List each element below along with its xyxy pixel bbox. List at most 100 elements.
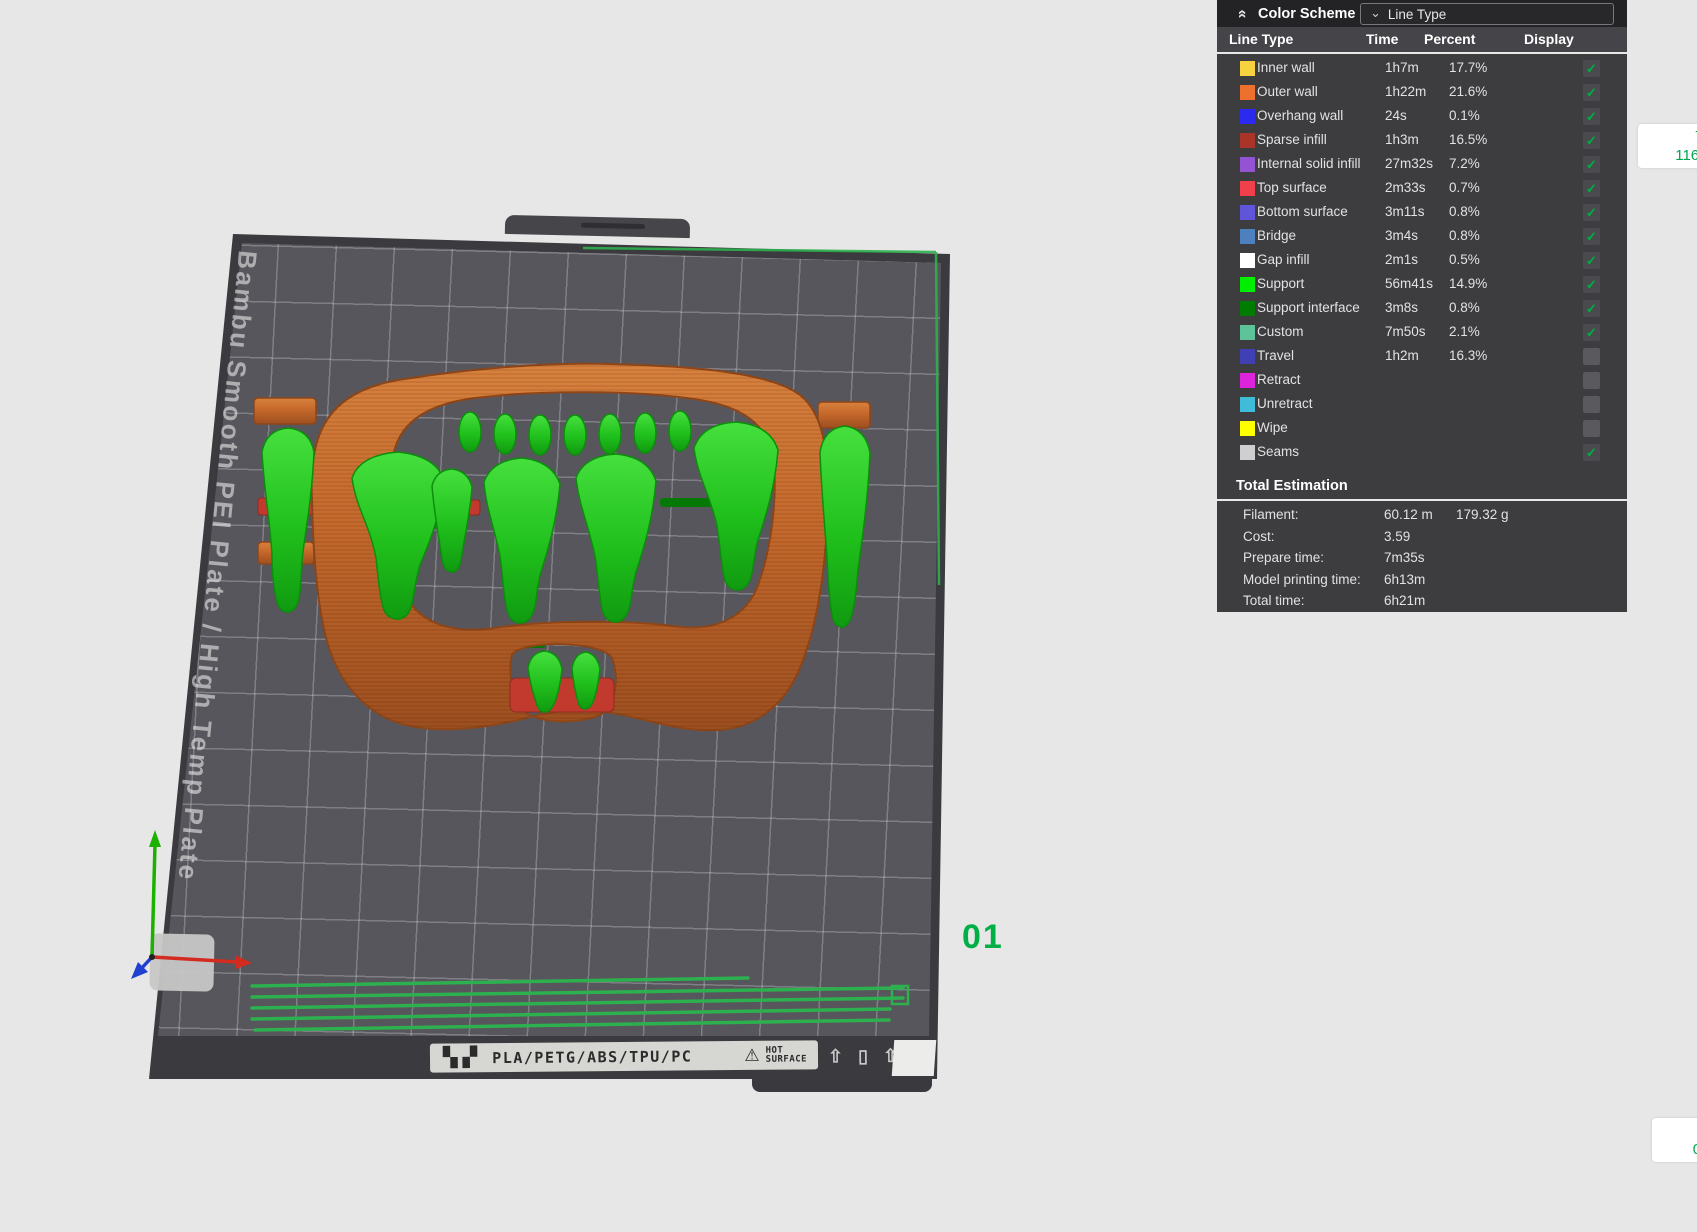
line-type-time: 3m11s xyxy=(1385,204,1425,219)
line-type-label: Unretract xyxy=(1257,396,1313,411)
plate-handle-top xyxy=(505,215,690,238)
display-checkbox[interactable] xyxy=(1583,348,1600,365)
line-type-percent: 16.5% xyxy=(1449,132,1487,147)
line-type-label: Wipe xyxy=(1257,420,1288,435)
line-type-row: Top surface 2m33s 0.7% ✓ xyxy=(1217,177,1627,201)
display-checkbox[interactable] xyxy=(1583,396,1600,413)
estimation-row: Filament: 60.12 m 179.32 g xyxy=(1217,505,1627,527)
line-type-color-swatch xyxy=(1240,445,1255,460)
estimation-value-2: 179.32 g xyxy=(1456,507,1509,522)
qr-code-icon: ▚ xyxy=(443,1048,458,1067)
line-type-label: Inner wall xyxy=(1257,60,1315,75)
estimation-value: 3.59 xyxy=(1384,529,1410,544)
line-type-percent: 14.9% xyxy=(1449,276,1487,291)
total-estimation-table: Filament: 60.12 m 179.32 g Cost: 3.59 Pr… xyxy=(1217,501,1627,613)
line-type-row: Custom 7m50s 2.1% ✓ xyxy=(1217,321,1627,345)
line-type-time: 3m4s xyxy=(1385,228,1418,243)
layer-number: 776 xyxy=(1650,127,1697,146)
estimation-value: 7m35s xyxy=(1384,550,1425,565)
layer-number: 1 xyxy=(1664,1121,1697,1140)
display-checkbox[interactable] xyxy=(1583,372,1600,389)
column-percent: Percent xyxy=(1424,31,1475,47)
line-type-time: 2m33s xyxy=(1385,180,1426,195)
display-checkbox[interactable]: ✓ xyxy=(1583,276,1600,293)
line-type-color-swatch xyxy=(1240,373,1255,388)
panel-header: « Color Scheme ⌄ Line Type xyxy=(1217,0,1627,27)
line-type-row: Gap infill 2m1s 0.5% ✓ xyxy=(1217,249,1627,273)
hot-surface-label: HOTSURFACE xyxy=(766,1046,808,1064)
display-checkbox[interactable]: ✓ xyxy=(1583,180,1600,197)
line-type-time: 24s xyxy=(1385,108,1407,123)
line-type-row: Outer wall 1h22m 21.6% ✓ xyxy=(1217,81,1627,105)
line-type-row: Sparse infill 1h3m 16.5% ✓ xyxy=(1217,129,1627,153)
display-checkbox[interactable]: ✓ xyxy=(1583,324,1600,341)
line-type-row: Seams ✓ xyxy=(1217,441,1627,465)
line-type-row: Retract xyxy=(1217,369,1627,393)
line-type-label: Support interface xyxy=(1257,300,1360,315)
panel-title: Color Scheme xyxy=(1258,6,1356,22)
line-type-time: 56m41s xyxy=(1385,276,1433,291)
line-type-row: Inner wall 1h7m 17.7% ✓ xyxy=(1217,57,1627,81)
plate-corner-tab xyxy=(892,1040,937,1076)
hot-surface-warning-icon: ⚠ xyxy=(744,1047,759,1064)
line-type-percent: 0.1% xyxy=(1449,108,1480,123)
estimation-row: Total time: 6h21m xyxy=(1217,591,1627,613)
line-type-percent: 16.3% xyxy=(1449,348,1487,363)
estimation-label: Model printing time: xyxy=(1243,572,1361,587)
line-type-row: Unretract xyxy=(1217,393,1627,417)
line-type-label: Seams xyxy=(1257,444,1299,459)
line-type-label: Support xyxy=(1257,276,1304,291)
display-checkbox[interactable]: ✓ xyxy=(1583,228,1600,245)
line-type-color-swatch xyxy=(1240,109,1255,124)
line-type-row: Overhang wall 24s 0.1% ✓ xyxy=(1217,105,1627,129)
estimation-row: Model printing time: 6h13m xyxy=(1217,570,1627,592)
line-type-label: Internal solid infill xyxy=(1257,156,1361,171)
column-display: Display xyxy=(1524,31,1574,47)
plate-handle-bottom xyxy=(752,1078,932,1092)
line-type-label: Bridge xyxy=(1257,228,1296,243)
display-checkbox[interactable]: ✓ xyxy=(1583,84,1600,101)
display-checkbox[interactable]: ✓ xyxy=(1583,444,1600,461)
line-type-color-swatch xyxy=(1240,61,1255,76)
line-type-color-swatch xyxy=(1240,229,1255,244)
line-type-color-swatch xyxy=(1240,133,1255,148)
line-type-row: Internal solid infill 27m32s 7.2% ✓ xyxy=(1217,153,1627,177)
estimation-value: 6h21m xyxy=(1384,593,1425,608)
estimation-label: Cost: xyxy=(1243,529,1275,544)
line-type-color-swatch xyxy=(1240,301,1255,316)
line-type-row: Bridge 3m4s 0.8% ✓ xyxy=(1217,225,1627,249)
view-type-dropdown[interactable]: ⌄ Line Type xyxy=(1360,3,1614,25)
line-type-time: 1h3m xyxy=(1385,132,1419,147)
layer-slider-tooltip-bottom[interactable]: 1 0.20 xyxy=(1652,1118,1697,1162)
line-type-time: 1h7m xyxy=(1385,60,1419,75)
line-type-table: Inner wall 1h7m 17.7% ✓ Outer wall 1h22m… xyxy=(1217,54,1627,465)
display-checkbox[interactable] xyxy=(1583,420,1600,437)
line-type-percent: 0.7% xyxy=(1449,180,1480,195)
line-type-time: 1h22m xyxy=(1385,84,1426,99)
collapse-panel-icon[interactable]: « xyxy=(1233,5,1251,23)
display-checkbox[interactable]: ✓ xyxy=(1583,132,1600,149)
column-time: Time xyxy=(1366,31,1398,47)
line-type-color-swatch xyxy=(1240,181,1255,196)
chevron-down-icon: ⌄ xyxy=(1370,5,1381,21)
line-type-percent: 0.8% xyxy=(1449,204,1480,219)
line-type-row: Support 56m41s 14.9% ✓ xyxy=(1217,273,1627,297)
display-checkbox[interactable]: ✓ xyxy=(1583,204,1600,221)
estimation-value: 60.12 m xyxy=(1384,507,1433,522)
display-checkbox[interactable]: ✓ xyxy=(1583,156,1600,173)
line-type-label: Bottom surface xyxy=(1257,204,1348,219)
display-checkbox[interactable]: ✓ xyxy=(1583,60,1600,77)
line-type-color-swatch xyxy=(1240,397,1255,412)
total-estimation-title: Total Estimation xyxy=(1217,474,1627,501)
line-type-color-swatch xyxy=(1240,205,1255,220)
line-type-row: Bottom surface 3m11s 0.8% ✓ xyxy=(1217,201,1627,225)
line-type-color-swatch xyxy=(1240,277,1255,292)
display-checkbox[interactable]: ✓ xyxy=(1583,252,1600,269)
display-checkbox[interactable]: ✓ xyxy=(1583,108,1600,125)
line-type-percent: 7.2% xyxy=(1449,156,1480,171)
display-checkbox[interactable]: ✓ xyxy=(1583,300,1600,317)
line-type-color-swatch xyxy=(1240,85,1255,100)
color-scheme-panel: « Color Scheme ⌄ Line Type Line Type Tim… xyxy=(1217,0,1627,612)
layer-slider-tooltip-top[interactable]: 776 116.00 xyxy=(1638,124,1697,168)
line-type-percent: 0.8% xyxy=(1449,300,1480,315)
